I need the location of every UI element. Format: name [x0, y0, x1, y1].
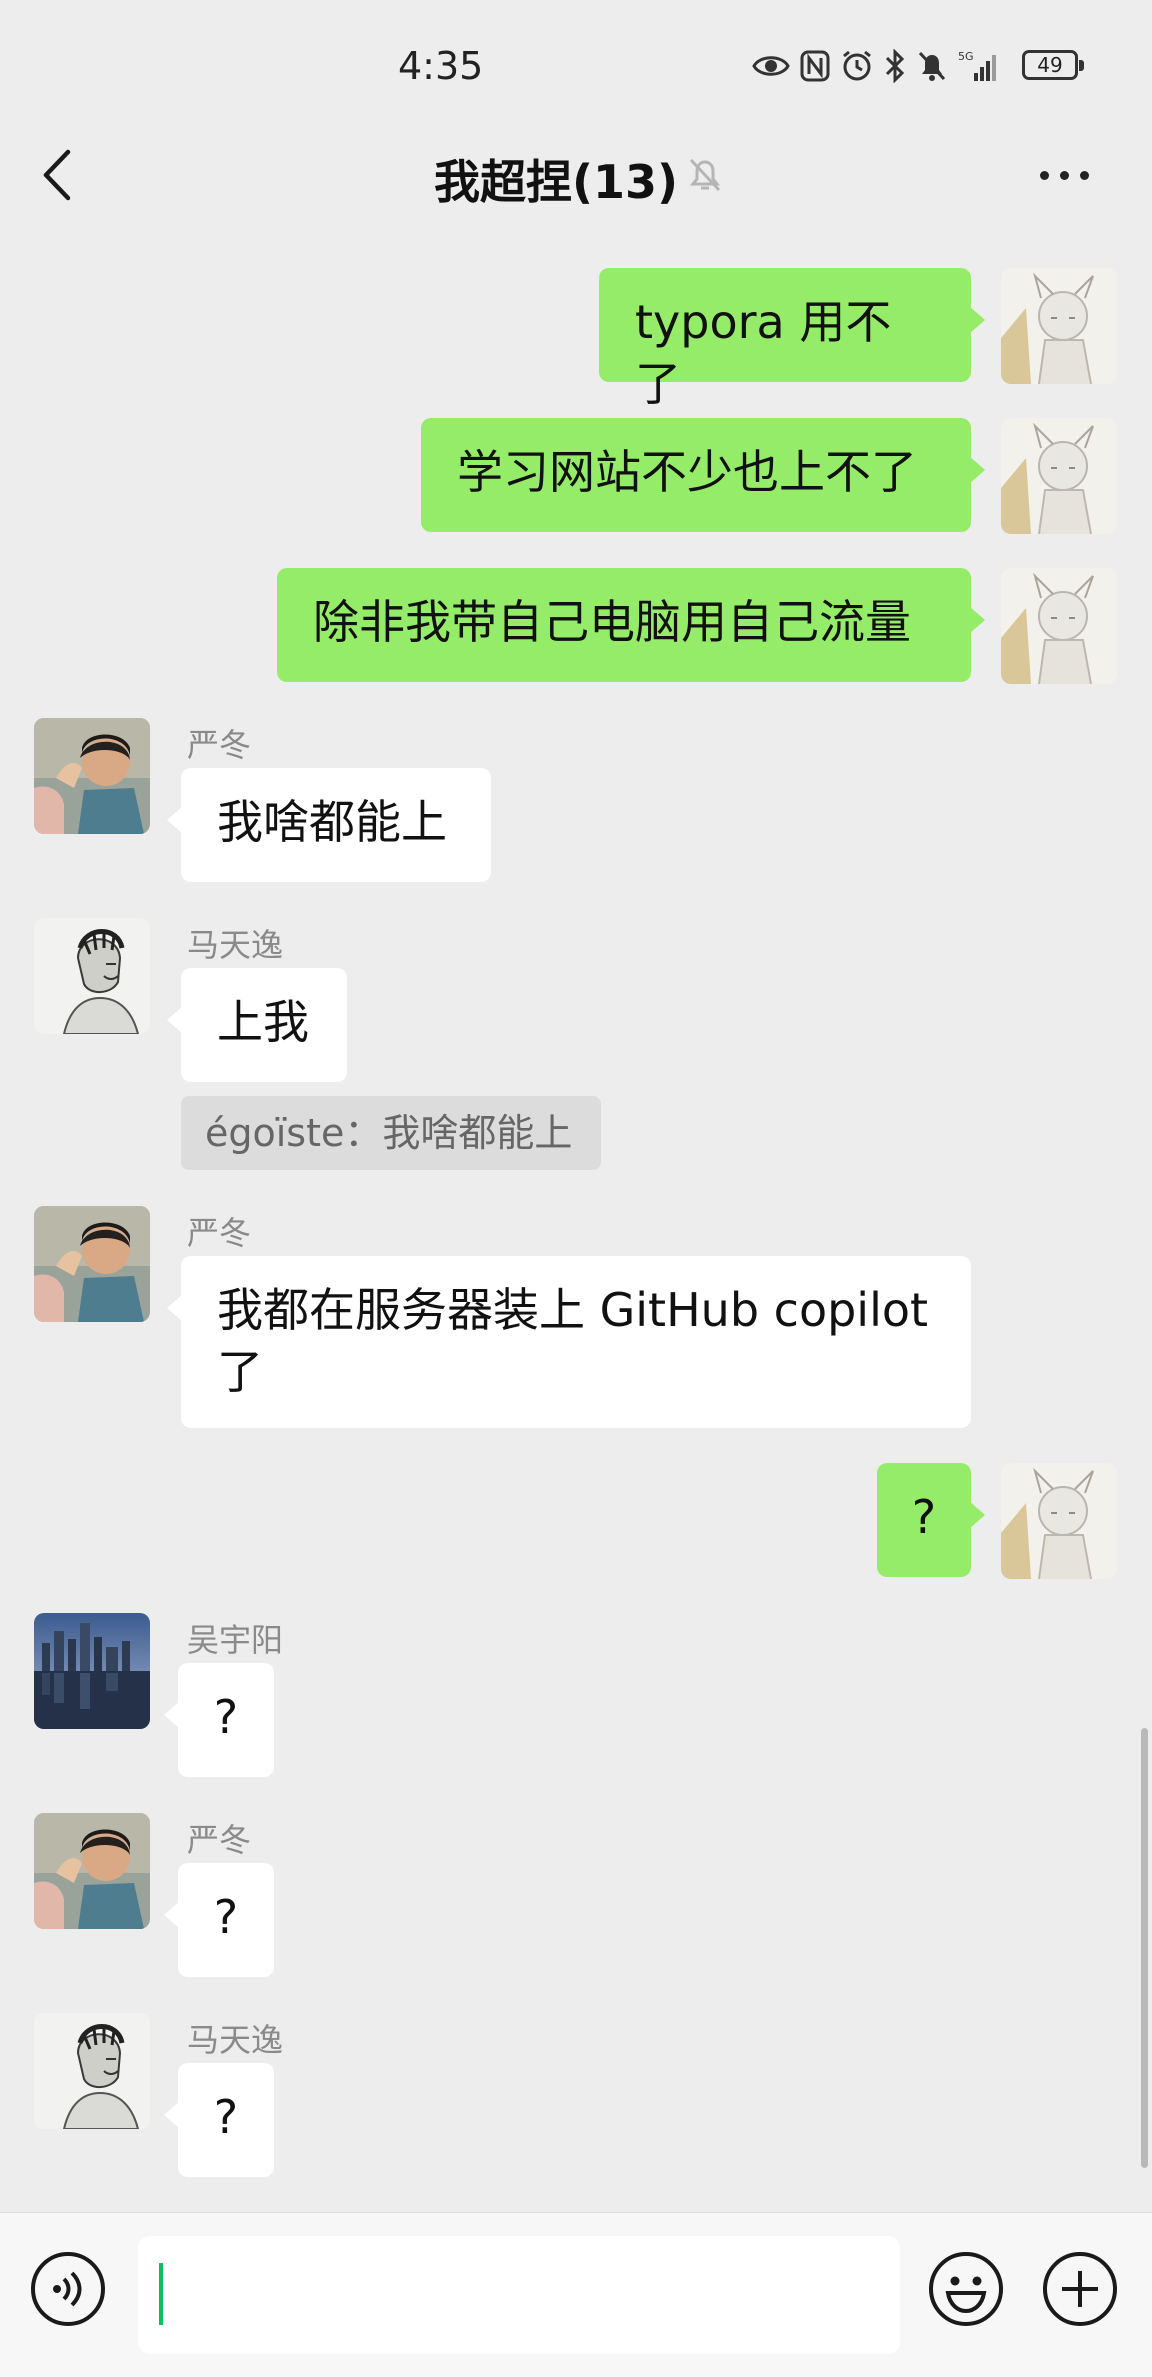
message-bubble-incoming[interactable]: ? — [164, 2063, 274, 2177]
contact-avatar[interactable] — [34, 718, 150, 834]
sender-name: 严冬 — [187, 1214, 252, 1252]
my-avatar[interactable] — [1001, 268, 1117, 384]
my-avatar[interactable] — [1001, 1463, 1117, 1579]
message-text: ? — [213, 2090, 239, 2144]
text-caret — [159, 2263, 163, 2325]
sender-name: 严冬 — [187, 726, 252, 764]
message-bubble-incoming[interactable]: ? — [164, 1863, 274, 1977]
my-avatar[interactable] — [1001, 568, 1117, 684]
message-text: typora 用不了 — [635, 295, 892, 411]
message-text: 我都在服务器装上 GitHub copilot 了 — [217, 1283, 929, 1399]
message-bubble-outgoing[interactable]: ? — [877, 1463, 985, 1577]
status-bar: 4:35 5G 49 — [0, 0, 1152, 120]
scrollbar[interactable] — [1141, 1728, 1148, 2168]
sender-name: 马天逸 — [187, 2021, 284, 2059]
message-text: ? — [213, 1690, 239, 1744]
signal-icon: 5G — [958, 50, 996, 81]
emoji-button[interactable] — [928, 2251, 1004, 2327]
sender-name: 吴宇阳 — [187, 1621, 284, 1659]
message-text: ? — [911, 1490, 937, 1544]
bluetooth-icon — [885, 49, 905, 83]
message-bubble-outgoing[interactable]: typora 用不了 — [599, 268, 985, 411]
message-text: 我啥都能上 — [217, 795, 447, 849]
more-functions-button[interactable] — [1042, 2251, 1118, 2327]
message-bubble-incoming[interactable]: ? — [164, 1663, 274, 1777]
message-bubble-outgoing[interactable]: 学习网站不少也上不了 — [421, 418, 985, 532]
chat-title: 我超捏(13) — [433, 155, 679, 209]
bell-off-icon — [918, 51, 946, 81]
message-bubble-incoming[interactable]: 上我 — [167, 968, 347, 1082]
message-text: ? — [213, 1890, 239, 1944]
message-text: 学习网站不少也上不了 — [457, 445, 917, 499]
message-text: 上我 — [217, 995, 309, 1049]
status-time: 4:35 — [398, 44, 484, 88]
message-bubble-incoming[interactable]: 我都在服务器装上 GitHub copilot 了 — [167, 1256, 971, 1428]
message-bubble-incoming[interactable]: 我啥都能上 — [167, 768, 491, 882]
message-text: 除非我带自己电脑用自己流量 — [313, 595, 911, 649]
svg-text:5G: 5G — [958, 50, 974, 63]
quoted-reply[interactable]: égoïste：我啥都能上 — [181, 1096, 601, 1170]
voice-input-button[interactable] — [30, 2251, 106, 2327]
eye-icon — [752, 56, 790, 76]
contact-avatar[interactable] — [34, 918, 150, 1034]
battery-indicator: 49 — [1022, 50, 1084, 80]
more-options-button[interactable] — [1040, 160, 1100, 190]
alarm-icon — [843, 50, 871, 81]
status-icons: 5G — [752, 46, 998, 86]
contact-avatar[interactable] — [34, 1206, 150, 1322]
my-avatar[interactable] — [1001, 418, 1117, 534]
sender-name: 严冬 — [187, 1821, 252, 1859]
contact-avatar[interactable] — [34, 1813, 150, 1929]
contact-avatar[interactable] — [34, 2013, 150, 2129]
message-bubble-outgoing[interactable]: 除非我带自己电脑用自己流量 — [277, 568, 985, 682]
message-input[interactable] — [138, 2236, 900, 2354]
sender-name: 马天逸 — [187, 926, 284, 964]
mute-bell-icon — [689, 158, 721, 192]
contact-avatar[interactable] — [34, 1613, 150, 1729]
nfc-icon — [800, 50, 830, 82]
